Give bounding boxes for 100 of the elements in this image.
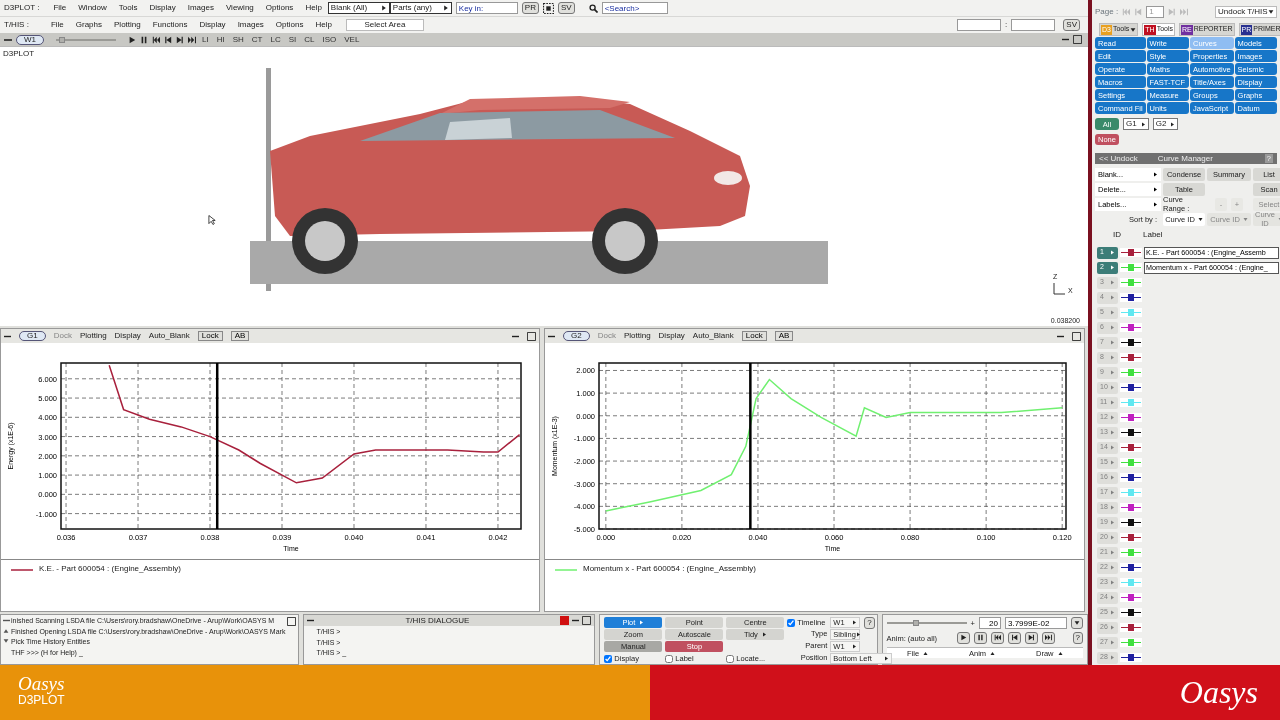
checkbox[interactable] [665,654,674,663]
minimize-icon[interactable] [2,617,10,624]
input-field[interactable] [957,19,1002,31]
mode-button[interactable]: SI [286,34,299,45]
slider-thumb[interactable] [912,620,919,626]
graph-button[interactable]: G1 [1123,118,1149,131]
minimize-icon[interactable] [307,617,315,624]
mode-button[interactable]: ISO [320,34,339,45]
mode-button[interactable]: HI [214,34,227,45]
window-tab[interactable]: W1 [16,34,44,45]
sv-button[interactable]: SV [557,2,575,14]
maximize-icon[interactable] [582,616,592,625]
caret-icon [923,650,929,656]
menu-item[interactable]: Tools [112,3,144,13]
menu-item[interactable]: Images [181,3,220,13]
caret-icon [1110,505,1115,510]
playback-button[interactable] [1042,632,1056,644]
mode-button[interactable]: CT [249,34,265,45]
menu-item[interactable]: Display [143,3,182,13]
input-field[interactable] [1011,19,1056,31]
skip-end-icon[interactable] [188,35,196,44]
minimize-icon[interactable] [572,617,580,624]
menu-item[interactable]: Window [72,3,113,13]
stop-icon[interactable] [560,616,570,625]
menu-item[interactable]: Plotting [79,331,107,341]
toggle-button[interactable]: Lock [197,331,223,341]
help-button[interactable]: ? [864,617,875,629]
menu-item[interactable]: Help [299,3,328,13]
toggle-button[interactable]: AB [774,331,794,341]
menu-item[interactable]: Auto_Blank [692,331,734,341]
menu-item[interactable]: Options [259,3,300,13]
play-icon[interactable] [128,35,136,44]
pause-icon[interactable] [140,35,148,44]
mode-button[interactable]: LI [200,34,211,45]
checkbox[interactable] [726,654,735,663]
toggle-button[interactable]: Lock [741,331,767,341]
toggle-button[interactable]: AB [230,331,250,341]
mode-button[interactable]: SH [230,34,246,45]
skip-start-icon[interactable] [152,35,160,44]
maximize-icon[interactable] [1073,35,1082,44]
maximize-icon[interactable] [1072,331,1081,341]
time-field[interactable]: 3.7999E-02 [1005,617,1067,629]
panel-title: T/HIS DIALOGUE [404,615,471,626]
caret-icon [1110,280,1115,285]
play-icon [960,634,968,642]
menu-item[interactable]: Functions [146,20,194,30]
step-back-icon[interactable] [164,35,172,44]
key-in-field[interactable]: Key in: [455,2,518,14]
select-area-button[interactable]: Select Area [345,19,424,31]
undock-link[interactable]: << Undock [1099,153,1138,164]
dropdown[interactable]: Blank (All) [327,2,390,14]
graph-tab[interactable]: G1 [19,331,46,341]
step-forward-icon[interactable] [176,35,184,44]
column-header: ID [1112,229,1122,241]
playback-button[interactable] [974,632,988,644]
select-grid-icon[interactable] [542,2,554,14]
menu-item[interactable]: Plotting [623,331,651,341]
checkbox[interactable] [604,654,613,663]
mode-button[interactable]: LC [268,34,283,45]
mode-button[interactable]: VEL [342,34,362,45]
menu-item[interactable]: Display [658,331,685,341]
caret-icon [1110,415,1115,420]
playback-button[interactable] [1008,632,1022,644]
menu-item[interactable]: Auto_Blank [148,331,190,341]
search-icon[interactable] [588,3,598,13]
caret-icon [1153,201,1158,207]
playback-button[interactable] [957,632,971,644]
maximize-icon[interactable] [527,331,536,341]
maximize-icon[interactable] [287,617,297,626]
menu-item[interactable]: Display [114,331,141,341]
caret-icon [1110,490,1115,495]
skip-start-icon[interactable] [1122,7,1131,16]
help-button[interactable]: ? [1072,632,1083,644]
sv-button[interactable]: SV [1063,19,1080,31]
playback-button[interactable] [991,632,1005,644]
search-field[interactable]: <Search> [601,2,668,14]
caret-icon [1140,121,1146,127]
pr-button[interactable]: PR [521,2,539,14]
graph-tab[interactable]: G2 [563,331,590,341]
caret-icon [1268,8,1274,15]
dropdown[interactable]: Undock T/HIS [1215,5,1277,18]
minimize-icon[interactable] [1062,36,1069,43]
dropdown[interactable]: Parts (any) [389,2,452,14]
mode-button[interactable]: CL [302,34,317,45]
dropdown-button[interactable] [1071,617,1083,629]
menu-item[interactable]: Graphs [69,20,108,30]
menu-item[interactable]: Options [269,20,310,30]
checkbox[interactable] [787,618,796,627]
menu-item[interactable]: Display [193,20,232,30]
menu-item[interactable]: File [47,3,73,13]
caret-icon [1153,186,1158,192]
menu-item[interactable]: Images [231,20,270,30]
graph-button[interactable]: G2 [1152,118,1179,131]
frame-field[interactable]: 20 [979,617,1001,629]
menu-item[interactable]: Plotting [108,20,147,30]
slider-thumb[interactable] [58,36,65,43]
menu-item[interactable]: Viewing [219,3,260,13]
menu-item[interactable]: File [44,20,70,30]
playback-button[interactable] [1025,632,1039,644]
menu-item[interactable]: Help [309,20,338,30]
